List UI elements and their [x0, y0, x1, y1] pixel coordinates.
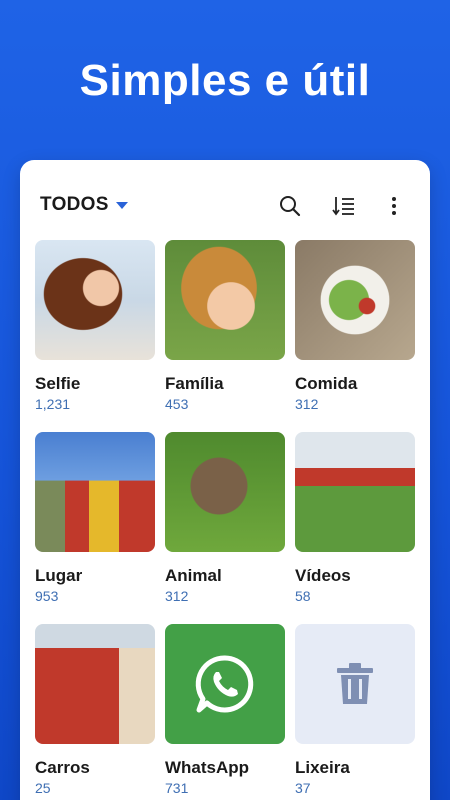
selfie-thumbnail[interactable] — [35, 240, 155, 360]
videos-thumbnail[interactable] — [295, 432, 415, 552]
caret-down-icon — [115, 201, 128, 209]
albums-card: TODOS Selfie 1,231 Família 453 Comida 31… — [20, 160, 430, 800]
whatsapp-thumbnail[interactable] — [165, 624, 285, 744]
album-familia[interactable]: Família 453 — [165, 240, 285, 412]
album-count: 58 — [295, 588, 311, 604]
album-name: Animal — [165, 566, 222, 585]
album-videos[interactable]: Vídeos 58 — [295, 432, 415, 604]
album-carros[interactable]: Carros 25 — [35, 624, 155, 796]
album-count: 953 — [35, 588, 59, 604]
album-name: Selfie — [35, 374, 81, 393]
whatsapp-icon — [195, 655, 254, 713]
album-count: 312 — [295, 396, 319, 412]
album-count: 1,231 — [35, 396, 71, 412]
album-lixeira[interactable]: Lixeira 37 — [295, 624, 415, 796]
album-count: 453 — [165, 396, 189, 412]
album-count: 312 — [165, 588, 189, 604]
comida-thumbnail[interactable] — [295, 240, 415, 360]
album-name: Carros — [35, 758, 90, 777]
album-name: Comida — [295, 374, 358, 393]
album-whatsapp[interactable]: WhatsApp 731 — [165, 624, 285, 796]
album-lugar[interactable]: Lugar 953 — [35, 432, 155, 604]
album-animal[interactable]: Animal 312 — [165, 432, 285, 604]
carros-thumbnail[interactable] — [35, 624, 155, 744]
toolbar: TODOS — [20, 190, 430, 222]
more-options-button[interactable] — [380, 192, 408, 220]
more-vert-icon — [392, 197, 396, 215]
album-name: Vídeos — [295, 566, 351, 585]
lixeira-thumbnail[interactable] — [295, 624, 415, 744]
album-selfie[interactable]: Selfie 1,231 — [35, 240, 155, 412]
search-icon — [280, 196, 301, 217]
animal-thumbnail[interactable] — [165, 432, 285, 552]
album-name: WhatsApp — [165, 758, 250, 777]
familia-thumbnail[interactable] — [165, 240, 285, 360]
album-count: 37 — [295, 780, 311, 796]
album-comida[interactable]: Comida 312 — [295, 240, 415, 412]
album-name: Lugar — [35, 566, 83, 585]
lugar-thumbnail[interactable] — [35, 432, 155, 552]
filter-dropdown[interactable]: TODOS — [40, 194, 128, 216]
search-button[interactable] — [276, 192, 304, 220]
sort-button[interactable] — [330, 192, 358, 220]
album-count: 731 — [165, 780, 189, 796]
album-count: 25 — [35, 780, 51, 796]
album-name: Lixeira — [295, 758, 350, 777]
sort-icon — [332, 197, 354, 216]
headline: Simples e útil — [79, 56, 371, 105]
album-name: Família — [165, 374, 224, 393]
filter-label: TODOS — [40, 194, 109, 215]
trash-icon — [337, 663, 373, 704]
